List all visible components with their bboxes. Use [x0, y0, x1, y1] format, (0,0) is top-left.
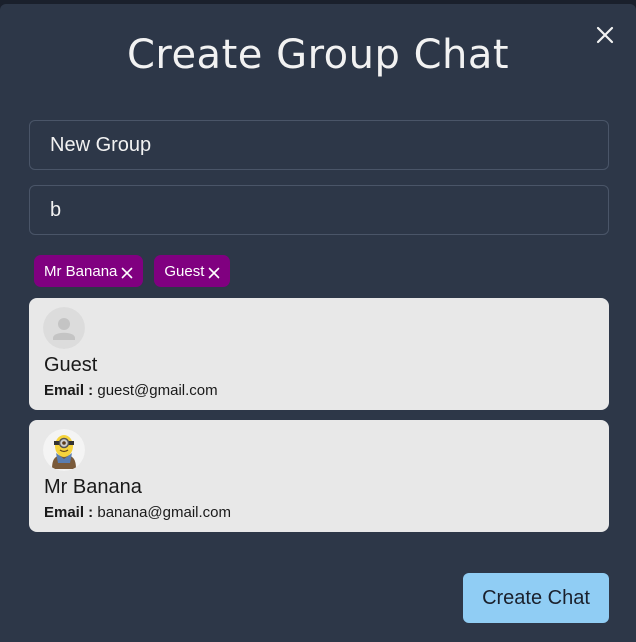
user-email-line: Email : banana@gmail.com	[44, 504, 231, 521]
user-search-input[interactable]	[29, 185, 609, 235]
user-name: Guest	[44, 354, 98, 376]
minion-avatar-icon	[43, 429, 85, 471]
modal-title: Create Group Chat	[126, 32, 510, 78]
default-user-icon	[43, 307, 85, 349]
user-email: guest@gmail.com	[97, 382, 218, 399]
group-name-input[interactable]	[29, 120, 609, 170]
user-email: banana@gmail.com	[97, 504, 231, 521]
email-label: Email :	[44, 504, 94, 521]
selected-users-list: Mr Banana Guest	[34, 255, 231, 287]
selected-user-chip: Mr Banana	[34, 255, 144, 287]
email-label: Email :	[44, 382, 94, 399]
user-email-line: Email : guest@gmail.com	[44, 382, 218, 399]
chip-label: Guest	[164, 262, 205, 280]
create-group-modal: Create Group Chat Mr Banana Guest	[0, 4, 636, 642]
chip-label: Mr Banana	[44, 262, 118, 280]
user-list-item[interactable]: Mr Banana Email : banana@gmail.com	[29, 420, 609, 532]
remove-chip-button[interactable]	[121, 267, 133, 279]
selected-user-chip: Guest	[154, 255, 231, 287]
user-name: Mr Banana	[44, 476, 142, 498]
user-list-item[interactable]: Guest Email : guest@gmail.com	[29, 298, 609, 410]
close-icon	[209, 267, 220, 278]
create-chat-button[interactable]: Create Chat	[463, 573, 609, 623]
avatar	[43, 429, 85, 471]
avatar	[43, 307, 85, 349]
remove-chip-button[interactable]	[208, 267, 220, 279]
close-icon	[122, 267, 133, 278]
